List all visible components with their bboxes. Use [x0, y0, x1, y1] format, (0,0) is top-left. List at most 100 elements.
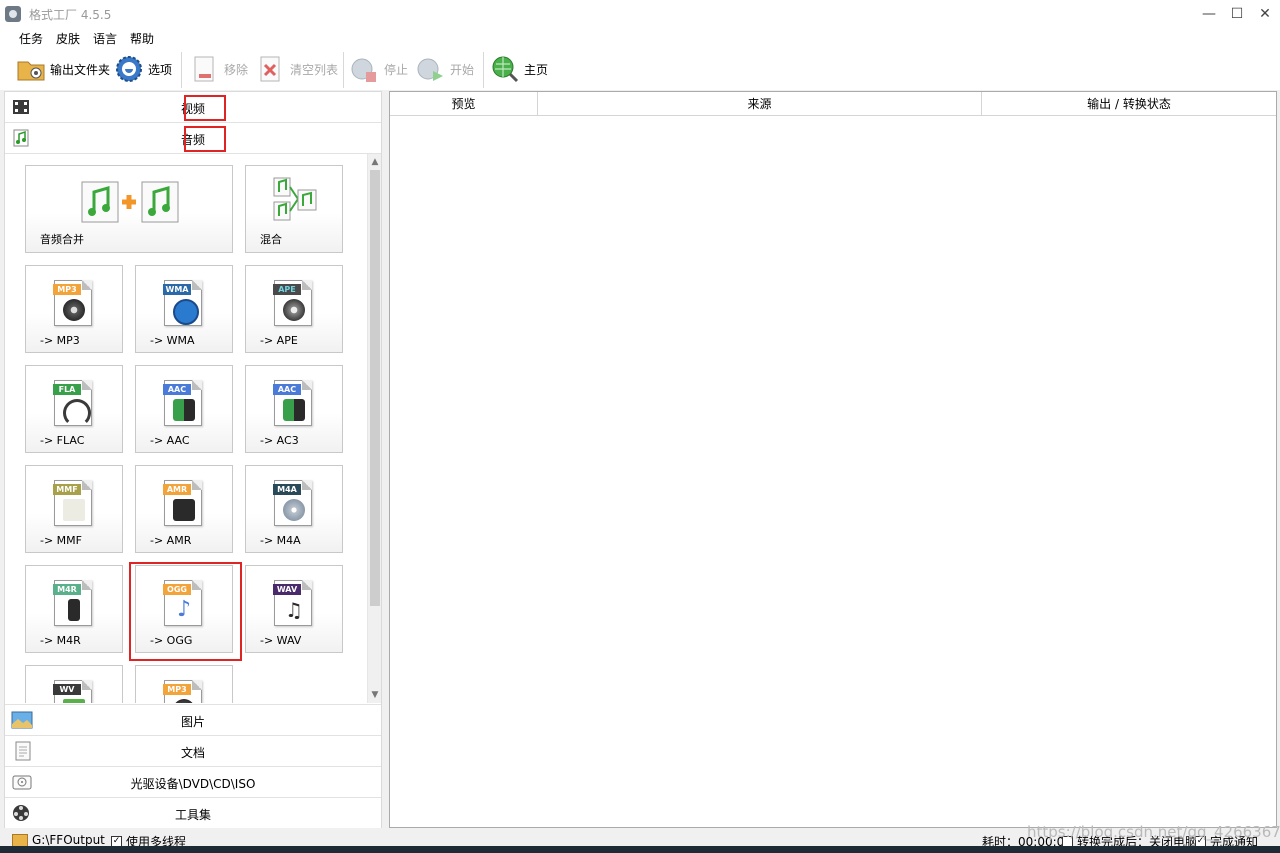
start-label: 开始 — [450, 62, 475, 77]
category-document-label: 文档 — [180, 746, 205, 760]
menu-help[interactable]: 帮助 — [130, 30, 154, 47]
tile-flac[interactable]: FLA -> FLAC — [25, 365, 123, 453]
column-output-status[interactable]: 输出 / 转换状态 — [982, 92, 1276, 116]
folder-icon — [12, 833, 28, 847]
amr-file-icon: AMR — [163, 480, 202, 526]
tile-label: -> WMA — [150, 334, 195, 347]
watermark: https://blog.csdn.net/qq_42663674 — [1027, 823, 1280, 841]
start-button[interactable]: 开始 — [416, 52, 474, 86]
tile-m4a[interactable]: M4A -> M4A — [245, 465, 343, 553]
tile-label: -> AAC — [150, 434, 190, 447]
highlight-video — [184, 95, 226, 121]
flac-file-icon: FLA — [53, 380, 92, 427]
category-rom-device[interactable]: 光驱设备\DVD\CD\ISO — [5, 766, 381, 797]
category-picture-label: 图片 — [180, 715, 205, 729]
menu-language[interactable]: 语言 — [93, 30, 117, 47]
task-list[interactable]: 预览 来源 输出 / 转换状态 — [389, 91, 1277, 828]
tile-wv[interactable]: WV — [25, 665, 123, 703]
tile-wav[interactable]: WAV ♫ -> WAV — [245, 565, 343, 653]
wav-file-icon: WAV ♫ — [273, 580, 312, 626]
remove-label: 移除 — [224, 62, 249, 77]
minimize-button[interactable]: — — [1194, 0, 1224, 28]
mp3-file-icon: MP3 — [163, 680, 202, 703]
tile-wma[interactable]: WMA -> WMA — [135, 265, 233, 353]
tile-audio-merge[interactable]: 音频合并 — [25, 165, 233, 253]
output-path-text: G:\FFOutput — [32, 833, 105, 847]
globe-search-icon — [490, 54, 520, 84]
column-source[interactable]: 来源 — [538, 92, 982, 116]
toolbar-separator — [181, 52, 182, 88]
clear-list-icon — [256, 54, 286, 84]
m4a-file-icon: M4A — [273, 480, 312, 526]
remove-doc-icon — [190, 54, 220, 84]
category-document[interactable]: 文档 — [5, 735, 381, 766]
folder-icon — [16, 54, 46, 84]
mmf-file-icon: MMF — [53, 480, 92, 526]
ac3-file-icon: AAC — [273, 380, 312, 426]
gear-icon — [114, 54, 144, 84]
column-preview[interactable]: 预览 — [390, 92, 538, 116]
category-picture[interactable]: 图片 — [5, 704, 381, 735]
tile-label: -> APE — [260, 334, 298, 347]
tile-amr[interactable]: AMR -> AMR — [135, 465, 233, 553]
ape-file-icon: APE — [273, 280, 312, 326]
tile-label: -> AC3 — [260, 434, 299, 447]
maximize-button[interactable]: ☐ — [1222, 0, 1252, 28]
toolbar: 输出文件夹 选项 移除 清空列表 停止 开始 主页 — [0, 48, 1280, 90]
menu-task[interactable]: 任务 — [19, 30, 43, 47]
tile-label: -> M4A — [260, 534, 301, 547]
tile-label: -> AMR — [150, 534, 192, 547]
stop-label: 停止 — [384, 62, 409, 77]
highlight-ogg — [129, 562, 242, 661]
toolbar-separator — [483, 52, 484, 88]
title-bar: 格式工厂 4.5.5 — ☐ ✕ — [0, 0, 1280, 28]
tile-label: 混合 — [260, 233, 282, 246]
tile-mp3[interactable]: MP3 -> MP3 — [25, 265, 123, 353]
aac-file-icon: AAC — [163, 380, 202, 426]
audio-format-grid: 音频合并 混合 MP3 -> MP3 WMA -> WMA APE -> APE… — [5, 154, 367, 703]
home-button[interactable]: 主页 — [490, 52, 548, 86]
tile-ac3[interactable]: AAC -> AC3 — [245, 365, 343, 453]
taskbar-strip — [0, 846, 1280, 853]
stop-button[interactable]: 停止 — [350, 52, 408, 86]
tile-mp3-2[interactable]: MP3 — [135, 665, 233, 703]
grid-scrollbar[interactable]: ▲ ▼ — [367, 154, 381, 703]
clear-list-button[interactable]: 清空列表 — [256, 52, 338, 86]
menu-bar: 任务 皮肤 语言 帮助 — [0, 28, 1280, 48]
menu-skin[interactable]: 皮肤 — [56, 30, 80, 47]
output-folder-label: 输出文件夹 — [50, 62, 111, 77]
tile-mmf[interactable]: MMF -> MMF — [25, 465, 123, 553]
category-panel: 视频 音频 音频合并 混合 MP3 -> MP3 WMA -> WMA APE … — [4, 91, 382, 828]
play-icon — [416, 54, 446, 84]
mp3-file-icon: MP3 — [53, 280, 92, 326]
output-path[interactable]: G:\FFOutput — [12, 833, 105, 847]
audio-mix-icon — [272, 176, 318, 227]
close-button[interactable]: ✕ — [1250, 0, 1280, 28]
category-tools[interactable]: 工具集 — [5, 797, 381, 828]
remove-button[interactable]: 移除 — [190, 52, 248, 86]
tile-label: 音频合并 — [40, 233, 84, 246]
wv-file-icon: WV — [53, 680, 92, 703]
tile-audio-mix[interactable]: 混合 — [245, 165, 343, 253]
app-logo-icon — [5, 6, 21, 22]
tile-m4r[interactable]: M4R -> M4R — [25, 565, 123, 653]
options-button[interactable]: 选项 — [114, 52, 172, 86]
scroll-down-arrow[interactable]: ▼ — [368, 687, 382, 703]
tile-aac[interactable]: AAC -> AAC — [135, 365, 233, 453]
tile-ape[interactable]: APE -> APE — [245, 265, 343, 353]
home-label: 主页 — [524, 62, 549, 77]
tile-label: -> MP3 — [40, 334, 80, 347]
stop-icon — [350, 54, 380, 84]
tile-label: -> M4R — [40, 634, 81, 647]
scroll-thumb[interactable] — [370, 170, 380, 606]
tile-label: -> WAV — [260, 634, 302, 647]
tile-label: -> FLAC — [40, 434, 85, 447]
toolbar-separator — [343, 52, 344, 88]
output-folder-button[interactable]: 输出文件夹 — [16, 52, 110, 86]
tile-label: -> MMF — [40, 534, 82, 547]
highlight-audio — [184, 126, 226, 152]
clear-list-label: 清空列表 — [290, 62, 339, 77]
wma-file-icon: WMA — [163, 280, 202, 326]
m4r-file-icon: M4R — [53, 580, 92, 626]
scroll-up-arrow[interactable]: ▲ — [368, 154, 382, 170]
